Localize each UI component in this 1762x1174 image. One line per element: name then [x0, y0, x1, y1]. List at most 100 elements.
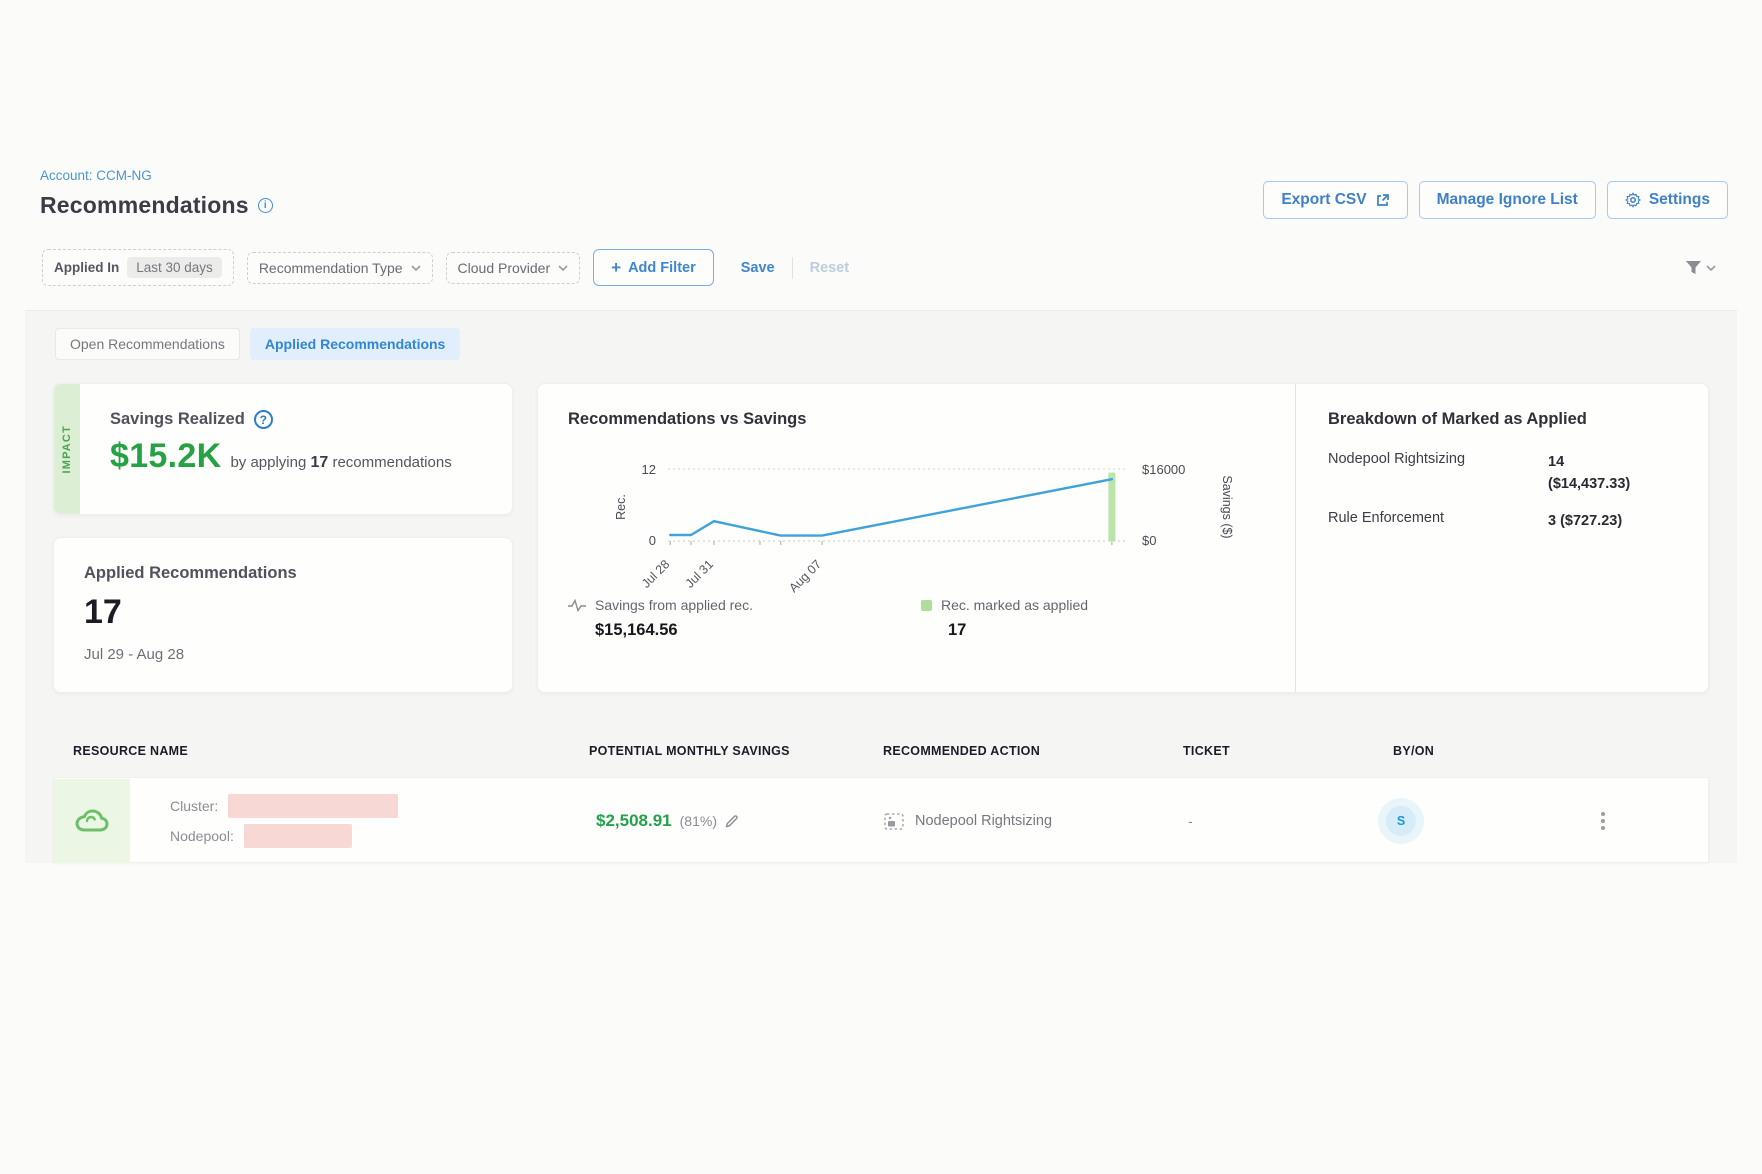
col-resource-name: RESOURCE NAME	[53, 744, 573, 758]
right-axis-max: $16000	[1142, 462, 1185, 477]
applied-count: 17	[311, 454, 329, 471]
legend-savings-value: $15,164.56	[568, 621, 753, 640]
row-menu-button[interactable]	[1595, 806, 1611, 836]
breakdown-row: Rule Enforcement 3 ($727.23)	[1328, 510, 1688, 532]
impact-label: IMPACT	[61, 425, 73, 474]
reset-filter-link[interactable]: Reset	[810, 260, 850, 276]
applied-recommendations-title: Applied Recommendations	[84, 564, 512, 583]
chevron-down-icon	[1706, 265, 1716, 271]
avatar[interactable]: S	[1386, 806, 1416, 836]
nodepool-rightsizing-icon	[884, 813, 904, 830]
green-swatch-icon	[921, 600, 932, 611]
col-recommended-action: RECOMMENDED ACTION	[853, 744, 1153, 758]
left-axis-label: Rec.	[614, 494, 628, 520]
settings-button[interactable]: Settings	[1607, 181, 1728, 219]
help-icon[interactable]: ?	[254, 410, 273, 429]
breakdown-row-label: Rule Enforcement	[1328, 510, 1548, 532]
savings-realized-title: Savings Realized	[110, 410, 245, 429]
applied-in-value[interactable]: Last 30 days	[127, 257, 222, 278]
recommended-action-label: Nodepool Rightsizing	[915, 813, 1052, 829]
main-section: Open Recommendations Applied Recommendat…	[25, 310, 1737, 863]
cluster-value-redacted	[228, 794, 398, 818]
divider	[792, 257, 793, 279]
plus-icon: +	[611, 259, 621, 276]
legend-marked-applied: Rec. marked as applied 17	[921, 597, 1088, 640]
page-header: Account: CCM-NG Recommendations i Export…	[0, 0, 1762, 219]
table-header: RESOURCE NAME POTENTIAL MONTHLY SAVINGS …	[53, 735, 1709, 767]
manage-ignore-list-button[interactable]: Manage Ignore List	[1419, 181, 1596, 219]
page-title: Recommendations	[40, 192, 249, 219]
applied-recommendations-range: Jul 29 - Aug 28	[84, 646, 512, 663]
impact-strip: IMPACT	[54, 384, 80, 514]
resource-accent	[54, 779, 130, 863]
breakdown-row: Nodepool Rightsizing 14 ($14,437.33)	[1328, 451, 1688, 496]
funnel-icon	[1685, 260, 1702, 276]
svg-text:Aug 07: Aug 07	[786, 557, 824, 595]
breakdown-title: Breakdown of Marked as Applied	[1328, 410, 1688, 429]
breakdown-value-line2: ($14,437.33)	[1548, 476, 1630, 492]
savings-amount: $2,508.91	[596, 811, 672, 831]
header-left: Account: CCM-NG Recommendations i	[40, 168, 273, 219]
filter-applied-in[interactable]: Applied In Last 30 days	[42, 249, 234, 286]
breakdown-row-value: 3 ($727.23)	[1548, 510, 1622, 532]
col-by-on: BY/ON	[1323, 744, 1503, 758]
chart-legend: Savings from applied rec. $15,164.56 Rec…	[568, 597, 1295, 640]
export-csv-label: Export CSV	[1281, 191, 1366, 209]
breakdown-row-value: 14 ($14,437.33)	[1548, 451, 1630, 496]
left-axis-max: 12	[642, 462, 656, 477]
right-axis-label: Savings ($)	[1220, 475, 1234, 538]
breadcrumb[interactable]: Account: CCM-NG	[40, 168, 273, 183]
tab-applied-recommendations[interactable]: Applied Recommendations	[250, 328, 460, 360]
add-filter-button[interactable]: + Add Filter	[593, 249, 714, 286]
filter-cloud-provider[interactable]: Cloud Provider	[446, 252, 581, 284]
add-filter-label: Add Filter	[628, 260, 696, 276]
save-filter-link[interactable]: Save	[741, 260, 775, 276]
savings-realized-amount: $15.2K	[110, 437, 221, 476]
tab-open-recommendations[interactable]: Open Recommendations	[55, 328, 240, 360]
pulse-line-icon	[568, 599, 586, 612]
cloud-icon	[74, 807, 110, 835]
info-icon[interactable]: i	[258, 198, 273, 213]
nodepool-label: Nodepool:	[170, 828, 234, 844]
filter-bar: Applied In Last 30 days Recommendation T…	[0, 219, 1762, 310]
description-prefix: by applying	[230, 454, 306, 471]
filter-recommendation-type[interactable]: Recommendation Type	[247, 252, 433, 284]
chart-title: Recommendations vs Savings	[568, 410, 1295, 429]
legend-savings: Savings from applied rec. $15,164.56	[568, 597, 753, 640]
right-axis-min: $0	[1142, 533, 1156, 548]
recommendations-savings-chart: Recommendations vs Savings Jul 28 Jul 31 A…	[538, 384, 1295, 692]
applied-recommendations-card: Applied Recommendations 17 Jul 29 - Aug …	[53, 537, 513, 693]
table-row[interactable]: Cluster: Nodepool: $2,508.91 (81%)	[53, 777, 1709, 863]
resource-name-cell: Cluster: Nodepool:	[54, 778, 574, 864]
edit-pencil-icon[interactable]	[725, 814, 739, 828]
svg-text:Jul 28: Jul 28	[639, 557, 673, 591]
external-link-icon	[1375, 193, 1390, 208]
filter-panel-toggle[interactable]	[1685, 260, 1722, 276]
tabs: Open Recommendations Applied Recommendat…	[53, 328, 1709, 360]
header-actions: Export CSV Manage Ignore List Settings	[1263, 181, 1728, 219]
breakdown-row-label: Nodepool Rightsizing	[1328, 451, 1548, 496]
savings-realized-description: by applying 17 recommendations	[230, 454, 451, 472]
settings-label: Settings	[1649, 191, 1710, 209]
cloud-provider-label: Cloud Provider	[458, 260, 551, 276]
col-potential-monthly-savings: POTENTIAL MONTHLY SAVINGS	[573, 744, 853, 758]
left-axis-min: 0	[649, 533, 656, 548]
export-csv-button[interactable]: Export CSV	[1263, 181, 1407, 219]
gear-icon	[1625, 192, 1641, 208]
svg-text:Jul 31: Jul 31	[683, 557, 717, 591]
ticket-cell: -	[1154, 813, 1324, 829]
recommendation-type-label: Recommendation Type	[259, 260, 403, 276]
breakdown-panel: Breakdown of Marked as Applied Nodepool …	[1295, 384, 1708, 692]
by-on-cell: S	[1324, 806, 1504, 836]
savings-realized-card: IMPACT Savings Realized ? $15.2K by appl…	[53, 383, 513, 515]
chevron-down-icon	[558, 265, 568, 271]
chevron-down-icon	[411, 265, 421, 271]
recommended-action-cell: Nodepool Rightsizing	[854, 813, 1154, 830]
cluster-label: Cluster:	[170, 798, 218, 814]
recommendations-table: RESOURCE NAME POTENTIAL MONTHLY SAVINGS …	[53, 735, 1709, 863]
manage-ignore-list-label: Manage Ignore List	[1437, 191, 1578, 209]
applied-recommendations-count: 17	[84, 593, 512, 632]
nodepool-value-redacted	[244, 824, 352, 848]
savings-percent: (81%)	[680, 813, 717, 829]
description-suffix: recommendations	[332, 454, 451, 471]
